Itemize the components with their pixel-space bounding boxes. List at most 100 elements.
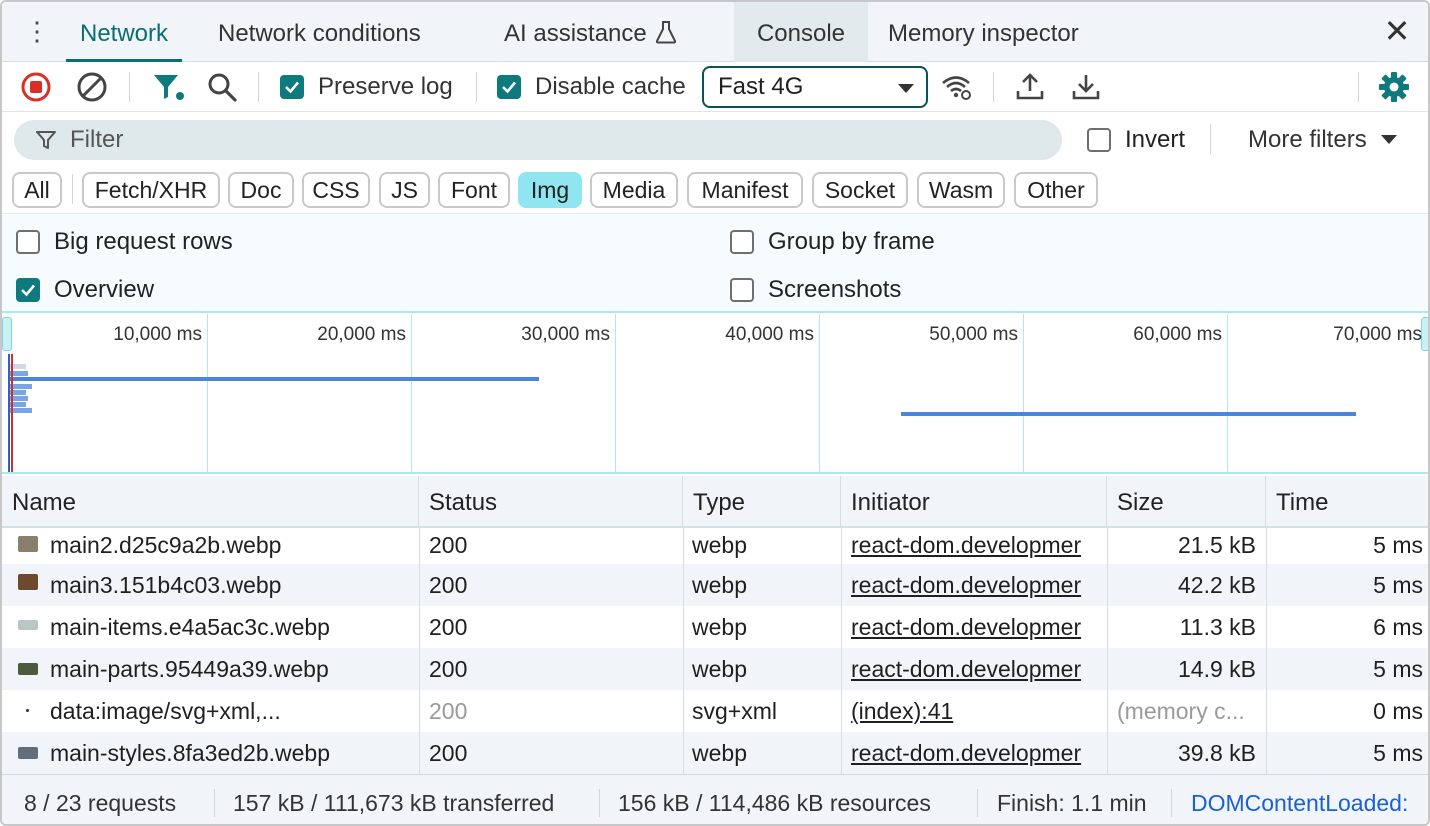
network-conditions-icon[interactable] (940, 70, 974, 104)
disable-cache-checkbox[interactable]: Disable cache (497, 70, 686, 104)
request-name: main-parts.95449a39.webp (50, 656, 329, 682)
checkbox-unchecked-icon (730, 230, 754, 254)
request-size: (memory c... (1117, 698, 1245, 724)
network-summary-bar: 8 / 23 requests 157 kB / 111,673 kB tran… (2, 774, 1428, 824)
filter-toggle-icon[interactable] (152, 70, 186, 104)
filter-chip-font[interactable]: Font (438, 172, 510, 208)
overview-label: Overview (54, 276, 155, 303)
table-row[interactable]: data:image/svg+xml,... 200 svg+xml (inde… (2, 690, 1428, 732)
finish-time: Finish: 1.1 min (997, 790, 1147, 816)
export-har-icon[interactable] (1070, 70, 1102, 104)
request-name: data:image/svg+xml,... (50, 698, 281, 724)
import-har-icon[interactable] (1014, 70, 1046, 104)
column-header-name[interactable]: Name (2, 476, 419, 528)
tab-label: Console (756, 20, 846, 47)
filter-chip-wasm[interactable]: Wasm (917, 172, 1005, 208)
request-time: 6 ms (1373, 614, 1423, 640)
image-thumbnail-icon (18, 620, 38, 630)
tab-ai-assistance[interactable]: AI assistance (490, 2, 691, 62)
overview-right-handle[interactable] (1421, 317, 1428, 351)
checkbox-checked-icon (497, 75, 521, 99)
request-type: svg+xml (692, 698, 777, 724)
filter-chip-media[interactable]: Media (590, 172, 678, 208)
filter-chip-other[interactable]: Other (1014, 172, 1098, 208)
network-settings-gear-icon[interactable] (1378, 70, 1410, 104)
request-status: 200 (429, 656, 468, 682)
filter-chip-css[interactable]: CSS (302, 172, 370, 208)
column-header-size[interactable]: Size (1107, 476, 1266, 528)
table-row[interactable]: main-items.e4a5ac3c.webp 200 webp react-… (2, 606, 1428, 648)
filter-chip-doc[interactable]: Doc (228, 172, 294, 208)
filter-chip-socket[interactable]: Socket (812, 172, 908, 208)
filter-chip-fetch-xhr[interactable]: Fetch/XHR (82, 172, 220, 208)
group-by-frame-label: Group by frame (768, 228, 935, 255)
big-request-rows-label: Big request rows (54, 228, 233, 255)
network-overview-timeline[interactable]: 10,000 ms 20,000 ms 30,000 ms 40,000 ms … (2, 314, 1428, 474)
screenshots-label: Screenshots (768, 276, 902, 303)
request-name: main3.151b4c03.webp (50, 572, 282, 598)
column-header-initiator[interactable]: Initiator (841, 476, 1107, 528)
tab-label: Memory inspector (888, 20, 1079, 47)
close-drawer-icon[interactable]: ✕ (1380, 14, 1414, 48)
preserve-log-label: Preserve log (318, 73, 453, 100)
resource-type-filters: All Fetch/XHR Doc CSS JS Font Img Media … (2, 168, 1428, 214)
request-time: 5 ms (1373, 572, 1423, 598)
invert-checkbox[interactable]: Invert (1087, 126, 1185, 154)
clear-icon[interactable] (76, 70, 108, 104)
request-initiator-link[interactable]: react-dom.developmer (851, 606, 1105, 648)
chip-label: Doc (240, 177, 282, 203)
filter-placeholder: Filter (70, 126, 124, 153)
chip-label: JS (391, 177, 418, 203)
screenshots-checkbox[interactable]: Screenshots (730, 276, 901, 304)
throttling-value: Fast 4G (718, 73, 804, 100)
request-count: 8 / 23 requests (24, 790, 177, 816)
column-header-status[interactable]: Status (419, 476, 683, 528)
tab-memory-inspector[interactable]: Memory inspector (874, 2, 1093, 62)
requests-table-body: main2.d25c9a2b.webp 200 webp react-dom.d… (2, 528, 1428, 774)
column-header-time[interactable]: Time (1266, 476, 1428, 528)
search-icon[interactable] (206, 70, 238, 104)
checkbox-unchecked-icon (16, 230, 40, 254)
column-header-type[interactable]: Type (683, 476, 841, 528)
throttling-select[interactable]: Fast 4G (702, 66, 928, 108)
overview-left-handle[interactable] (2, 317, 12, 351)
filter-chip-img[interactable]: Img (518, 172, 582, 208)
request-time: 0 ms (1373, 698, 1423, 724)
big-request-rows-checkbox[interactable]: Big request rows (16, 228, 233, 256)
chip-label: CSS (312, 177, 360, 203)
group-by-frame-checkbox[interactable]: Group by frame (730, 228, 935, 256)
filter-chip-js[interactable]: JS (379, 172, 430, 208)
overview-checkbox[interactable]: Overview (16, 276, 154, 304)
timeline-tick-label: 60,000 ms (1133, 324, 1222, 345)
request-initiator-link[interactable]: react-dom.developmer (851, 732, 1105, 774)
tab-network[interactable]: Network (66, 2, 183, 62)
request-size: 42.2 kB (1178, 572, 1256, 598)
more-tabs-menu-icon[interactable]: ⋮ (24, 16, 50, 48)
table-row[interactable]: main-styles.8fa3ed2b.webp 200 webp react… (2, 732, 1428, 774)
request-size: 11.3 kB (1179, 614, 1256, 640)
filter-input[interactable]: Filter (14, 120, 1062, 160)
request-initiator-link[interactable]: react-dom.developmer (851, 564, 1105, 606)
preserve-log-checkbox[interactable]: Preserve log (280, 70, 453, 104)
request-initiator-link[interactable]: react-dom.developmer (851, 648, 1105, 690)
chip-label: Fetch/XHR (94, 177, 208, 203)
table-row[interactable]: main3.151b4c03.webp 200 webp react-dom.d… (2, 564, 1428, 606)
request-size: 14.9 kB (1178, 656, 1256, 682)
table-row[interactable]: main-parts.95449a39.webp 200 webp react-… (2, 648, 1428, 690)
tab-network-conditions[interactable]: Network conditions (204, 2, 435, 62)
stop-recording-icon[interactable] (20, 70, 52, 104)
more-filters-label: More filters (1248, 126, 1367, 153)
request-status: 200 (429, 698, 468, 724)
load-event-marker (11, 354, 13, 472)
checkbox-checked-icon (16, 278, 40, 302)
resources-size: 156 kB / 114,486 kB resources (618, 790, 931, 816)
checkbox-unchecked-icon (730, 278, 754, 302)
request-initiator-link[interactable]: (index):41 (851, 690, 1105, 732)
filter-chip-all[interactable]: All (12, 172, 62, 208)
transferred-size: 157 kB / 111,673 kB transferred (233, 790, 555, 816)
request-status: 200 (429, 740, 468, 766)
filter-chip-manifest[interactable]: Manifest (687, 172, 803, 208)
tab-console[interactable]: Console (734, 2, 868, 62)
request-type: webp (692, 740, 747, 766)
more-filters-dropdown[interactable]: More filters (1248, 126, 1397, 154)
